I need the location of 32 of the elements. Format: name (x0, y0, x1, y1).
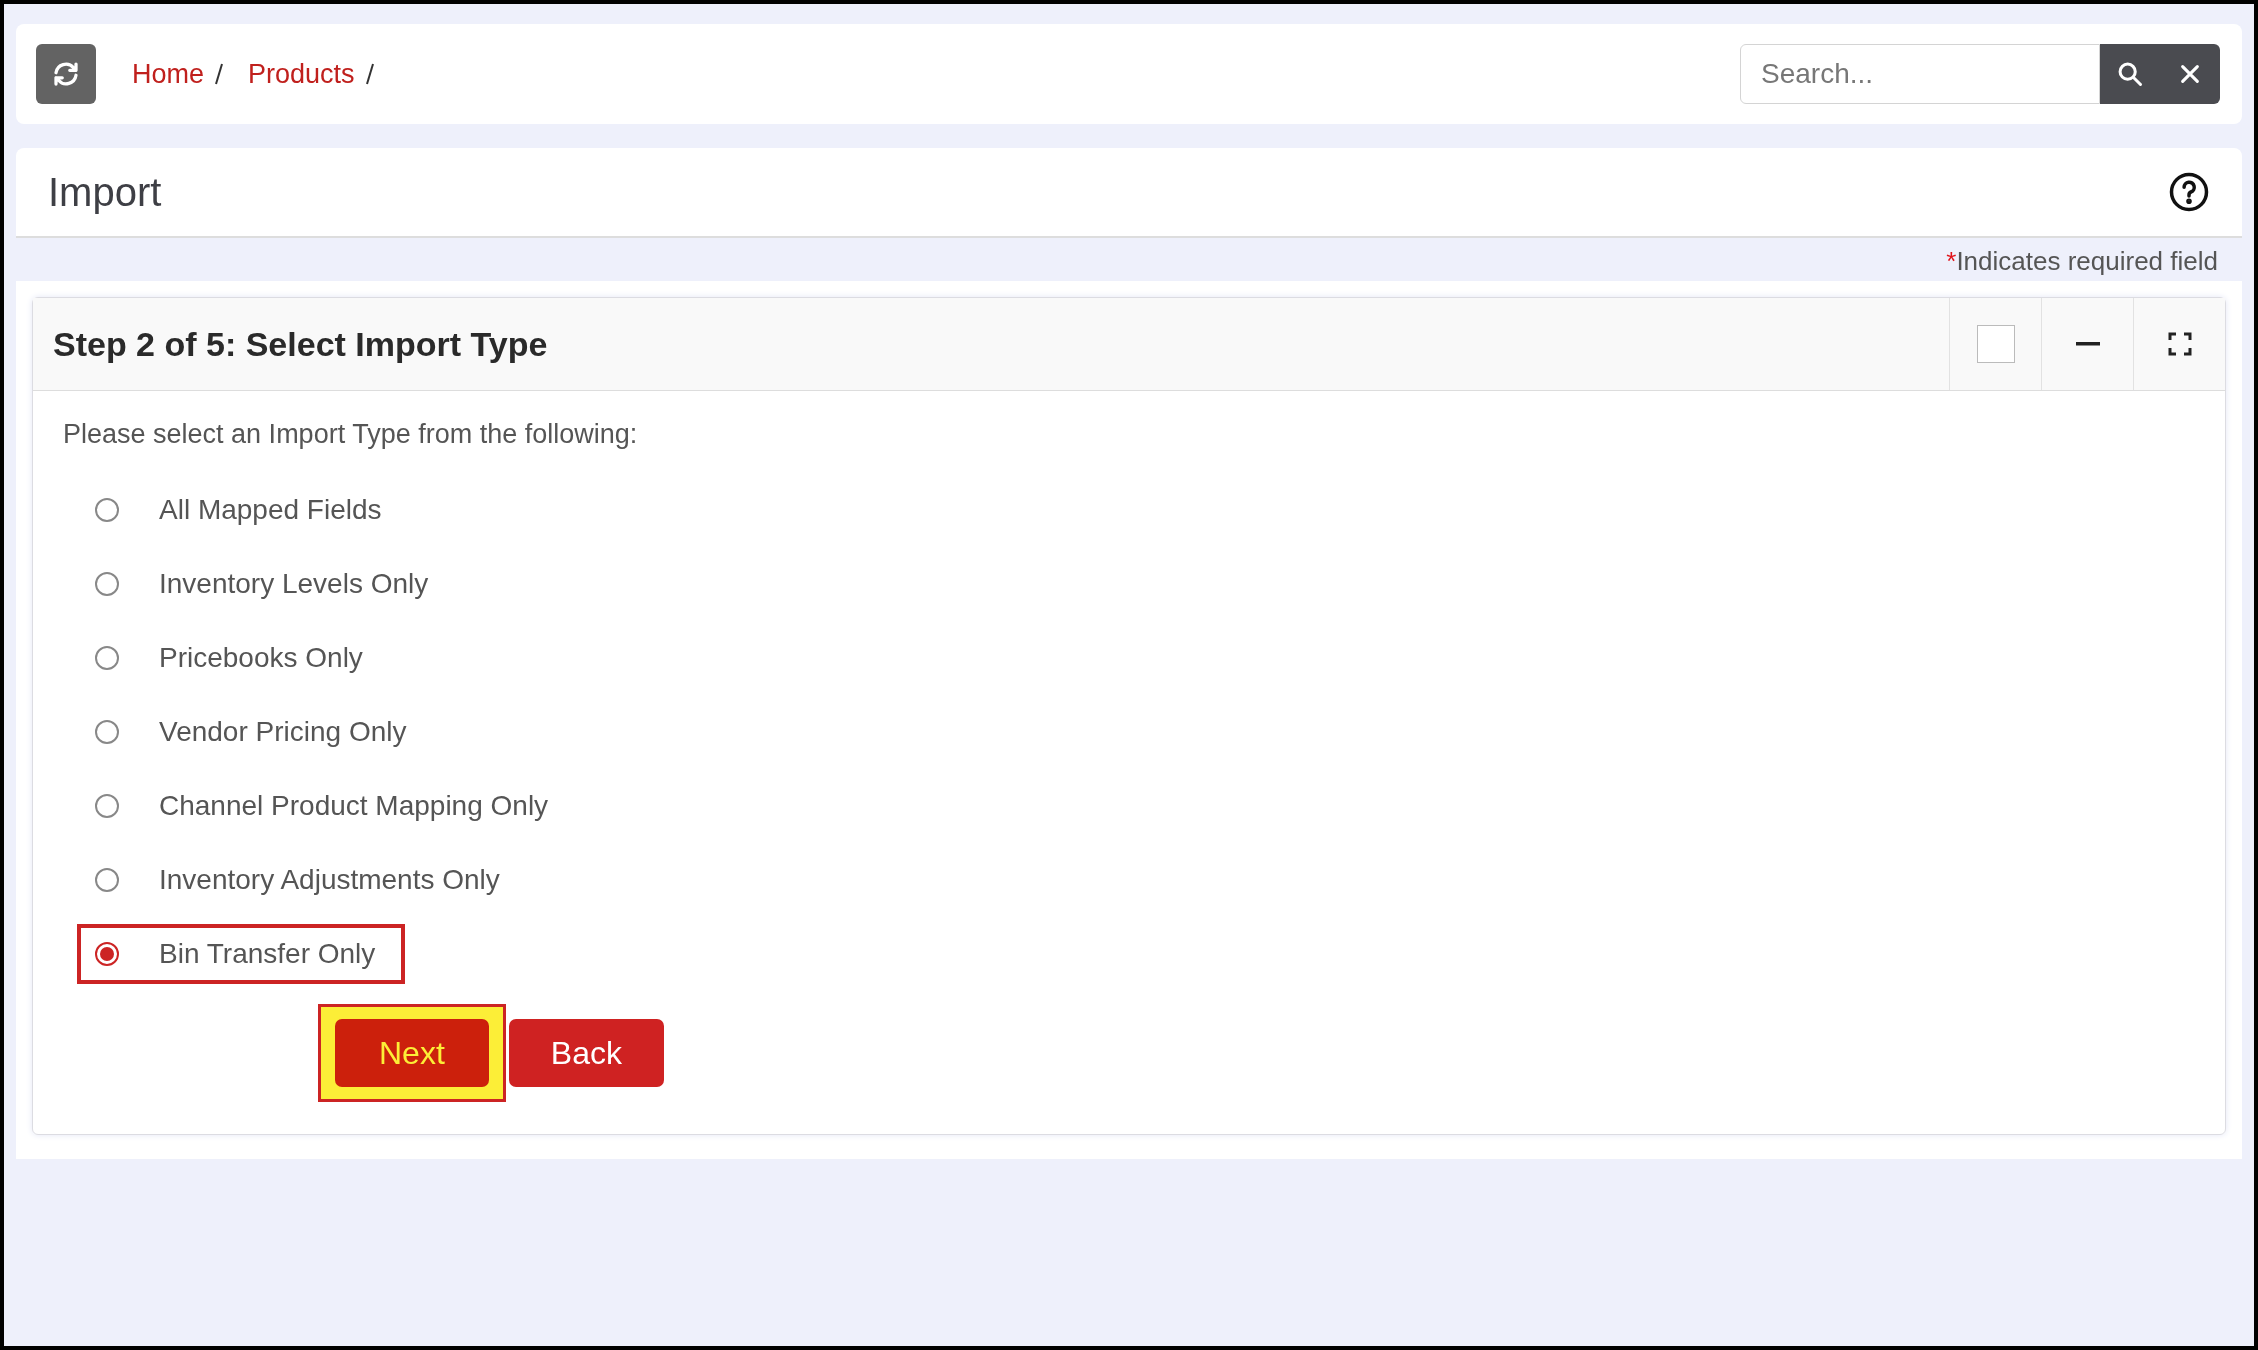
import-type-option[interactable]: Channel Product Mapping Only (77, 776, 579, 836)
radio-button[interactable] (95, 942, 119, 966)
breadcrumb-separator-icon (214, 61, 225, 87)
page-title: Import (48, 169, 162, 215)
radio-button[interactable] (95, 794, 119, 818)
minimize-icon (2075, 342, 2100, 346)
step-button[interactable]: Next (335, 1019, 489, 1087)
breadcrumb-separator-icon (364, 61, 375, 87)
breadcrumb-link[interactable]: Products (248, 58, 355, 90)
import-type-option[interactable]: Pricebooks Only (77, 628, 393, 688)
import-type-option[interactable]: Inventory Adjustments Only (77, 850, 530, 910)
radio-button[interactable] (95, 572, 119, 596)
close-icon (2179, 63, 2201, 85)
breadcrumb-link[interactable]: Home (132, 58, 205, 90)
import-type-option[interactable]: Vendor Pricing Only (77, 702, 437, 762)
panel-title: Step 2 of 5: Select Import Type (53, 324, 548, 364)
step-button[interactable]: Back (508, 1019, 664, 1087)
radio-button[interactable] (95, 498, 119, 522)
import-type-option[interactable]: Inventory Levels Only (77, 554, 459, 614)
square-icon (1976, 325, 2015, 363)
radio-button[interactable] (95, 868, 119, 892)
help-icon[interactable] (2168, 171, 2210, 213)
search-icon (2116, 60, 2144, 88)
required-field-note: *Indicates required field (1946, 246, 2218, 277)
radio-button[interactable] (95, 646, 119, 670)
instruction-text: Please select an Import Type from the following: (63, 419, 639, 450)
refresh-button[interactable] (36, 44, 96, 104)
import-type-option[interactable]: Bin Transfer Only (77, 924, 406, 984)
radio-button[interactable] (95, 720, 119, 744)
import-type-option[interactable]: All Mapped Fields (77, 480, 412, 540)
search-field[interactable]: Search... (1740, 44, 2100, 104)
expand-icon (2167, 332, 2192, 356)
